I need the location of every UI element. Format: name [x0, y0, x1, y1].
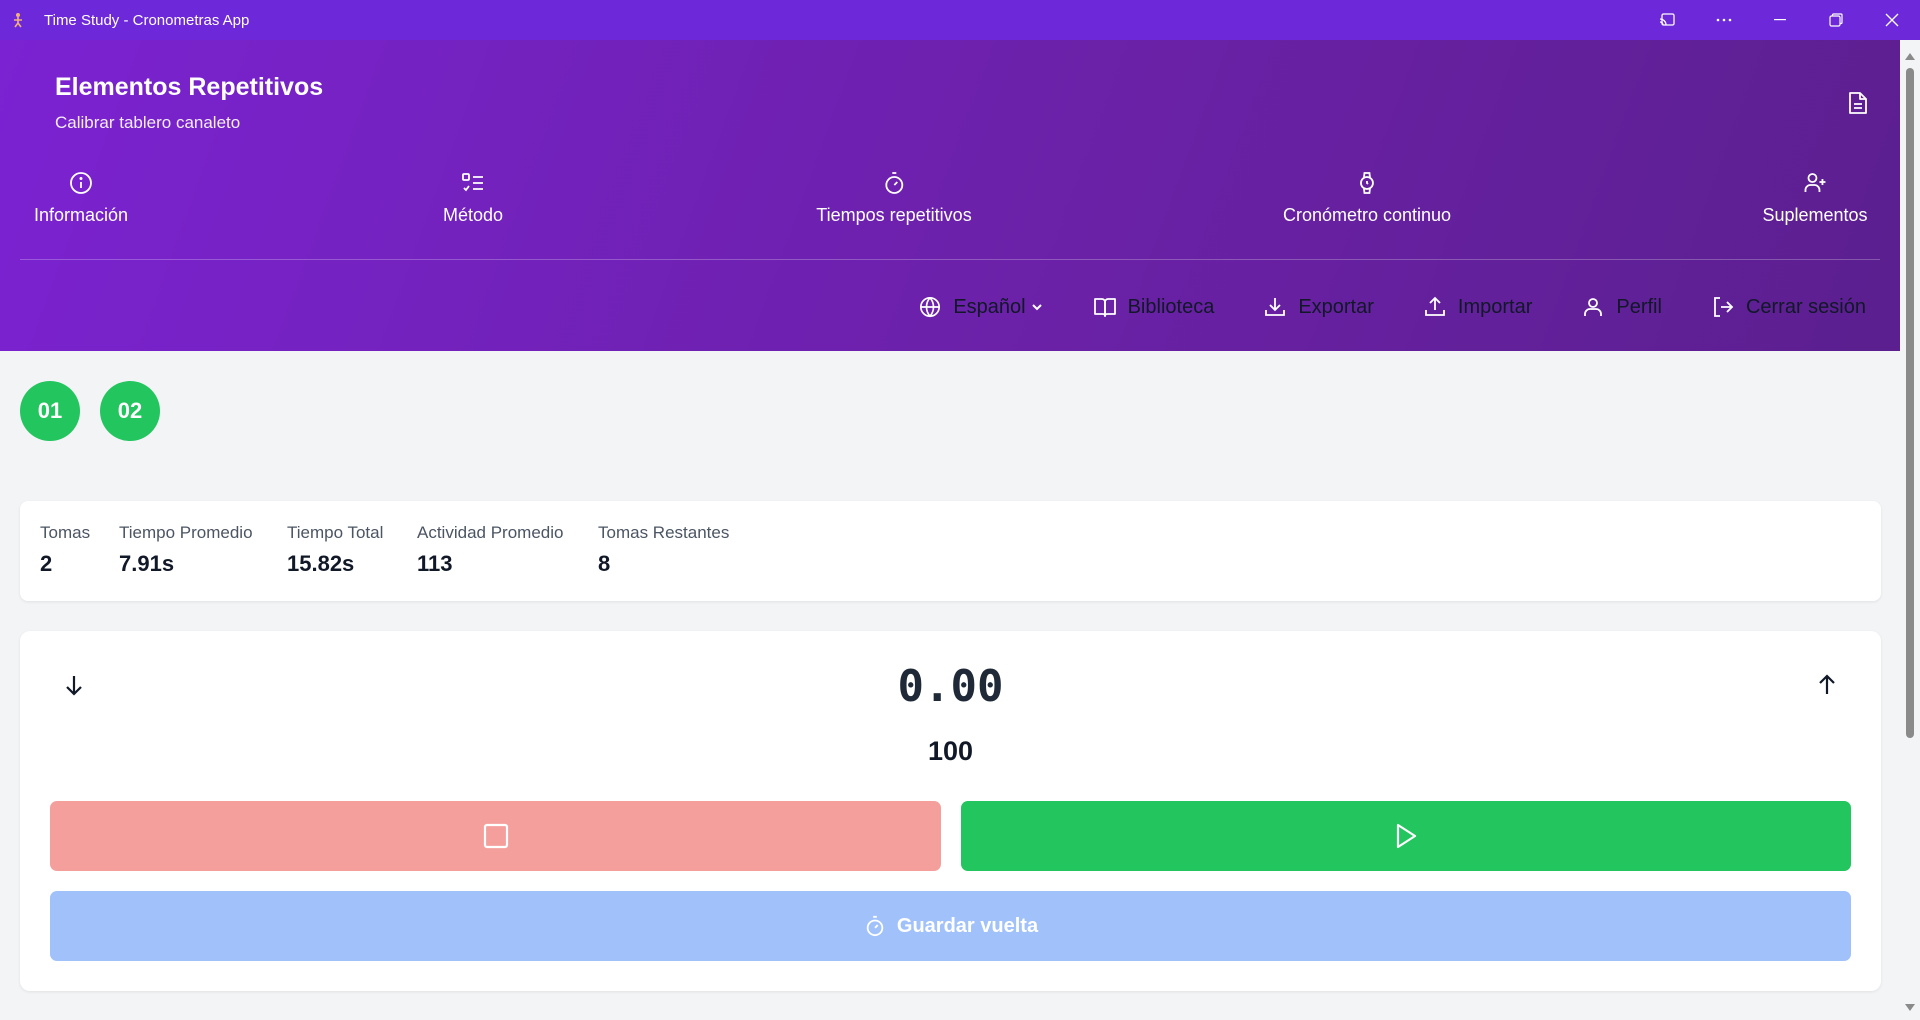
timer-display: 0.00: [897, 661, 1004, 712]
header-toolbar: Español Biblioteca Exportar Importar Per…: [917, 292, 1866, 322]
nav-cronometro-continuo[interactable]: Cronómetro continuo: [1283, 170, 1451, 226]
chevron-down-icon: [1030, 300, 1044, 314]
profile-label: Perfil: [1616, 295, 1662, 318]
page-title: Elementos Repetitivos: [55, 73, 324, 101]
nav-label: Información: [33, 205, 129, 225]
stopwatch-icon: [881, 170, 907, 196]
export-button[interactable]: Exportar: [1262, 294, 1374, 320]
watch-icon: [1354, 170, 1380, 196]
user-plus-icon: [1802, 170, 1828, 196]
export-label: Exportar: [1298, 295, 1374, 318]
logout-button[interactable]: Cerrar sesión: [1710, 294, 1866, 320]
stat-value: 8: [598, 551, 611, 576]
stat-value: 15.82s: [287, 551, 355, 576]
stat-label: Tiempo Promedio: [119, 523, 253, 542]
more-options-icon[interactable]: [1696, 0, 1752, 40]
library-label: Biblioteca: [1127, 295, 1215, 318]
info-icon: [68, 170, 94, 196]
restore-button[interactable]: [1808, 0, 1864, 40]
take-chip-01[interactable]: 01: [20, 381, 80, 441]
minimize-button[interactable]: [1752, 0, 1808, 40]
arrow-up-icon: [1819, 674, 1835, 694]
nav-label: Método: [442, 205, 504, 225]
stat-label: Actividad Promedio: [417, 523, 564, 542]
window-title: Time Study - Cronometras App: [44, 11, 250, 29]
nav-label: Cronómetro continuo: [1282, 205, 1452, 225]
stop-button[interactable]: [50, 801, 941, 871]
import-button[interactable]: Importar: [1422, 294, 1532, 320]
save-lap-label: Guardar vuelta: [896, 914, 1039, 937]
header-divider: [20, 259, 1880, 260]
app-logo-icon: [10, 12, 26, 28]
stat-value: 113: [417, 551, 453, 576]
nav-informacion[interactable]: Información: [34, 170, 128, 226]
timer-card: 0.00 100 Guardar vuelta: [20, 631, 1881, 991]
play-button[interactable]: [961, 801, 1851, 871]
nav-metodo[interactable]: Método: [443, 170, 503, 226]
save-lap-button[interactable]: Guardar vuelta: [50, 891, 1851, 961]
scroll-down-icon[interactable]: [1904, 1000, 1916, 1018]
language-label: Español: [953, 295, 1026, 318]
nav-label: Suplementos: [1762, 205, 1868, 225]
nav-suplementos[interactable]: Suplementos: [1762, 170, 1868, 226]
increase-activity-button[interactable]: [1813, 671, 1841, 699]
stat-label: Tiempo Total: [287, 523, 384, 542]
import-label: Importar: [1457, 295, 1533, 318]
library-button[interactable]: Biblioteca: [1092, 294, 1215, 320]
globe-icon: [917, 294, 943, 320]
cast-icon[interactable]: [1640, 0, 1696, 40]
list-check-icon: [460, 170, 486, 196]
activity-value: 100: [927, 736, 974, 766]
stat-tomas-restantes: Tomas Restantes 8: [598, 523, 729, 577]
close-button[interactable]: [1864, 0, 1920, 40]
main-nav: Información Método Tiempos repetitivos C…: [0, 170, 1900, 250]
stat-tiempo-promedio: Tiempo Promedio 7.91s: [119, 523, 253, 577]
page-subtitle: Calibrar tablero canaleto: [55, 113, 241, 132]
stats-card: Tomas 2 Tiempo Promedio 7.91s Tiempo Tot…: [20, 501, 1881, 601]
stop-icon: [483, 823, 508, 849]
play-icon: [1396, 823, 1417, 849]
stat-value: 2: [40, 551, 53, 576]
stat-value: 7.91s: [119, 551, 175, 576]
vertical-scrollbar[interactable]: [1900, 40, 1920, 1020]
user-icon: [1580, 294, 1606, 320]
scrollbar-thumb[interactable]: [1906, 68, 1914, 738]
stopwatch-icon: [863, 914, 887, 938]
language-select[interactable]: Español: [917, 294, 1043, 320]
download-icon: [1262, 294, 1288, 320]
logout-label: Cerrar sesión: [1745, 295, 1866, 318]
nav-label: Tiempos repetitivos: [816, 205, 972, 225]
stat-actividad-promedio: Actividad Promedio 113: [417, 523, 563, 577]
take-chip-02[interactable]: 02: [100, 381, 160, 441]
stat-tiempo-total: Tiempo Total 15.82s: [287, 523, 383, 577]
title-bar: Time Study - Cronometras App: [0, 0, 1920, 40]
stat-label: Tomas Restantes: [598, 523, 730, 542]
scroll-up-icon[interactable]: [1904, 48, 1916, 66]
upload-icon: [1422, 294, 1448, 320]
profile-button[interactable]: Perfil: [1580, 294, 1662, 320]
nav-tiempos-repetitivos[interactable]: Tiempos repetitivos: [816, 170, 972, 226]
stat-label: Tomas: [40, 523, 91, 542]
logout-icon: [1710, 294, 1736, 320]
stat-tomas: Tomas 2: [40, 523, 90, 577]
document-icon[interactable]: [1844, 88, 1872, 118]
book-open-icon: [1092, 294, 1118, 320]
